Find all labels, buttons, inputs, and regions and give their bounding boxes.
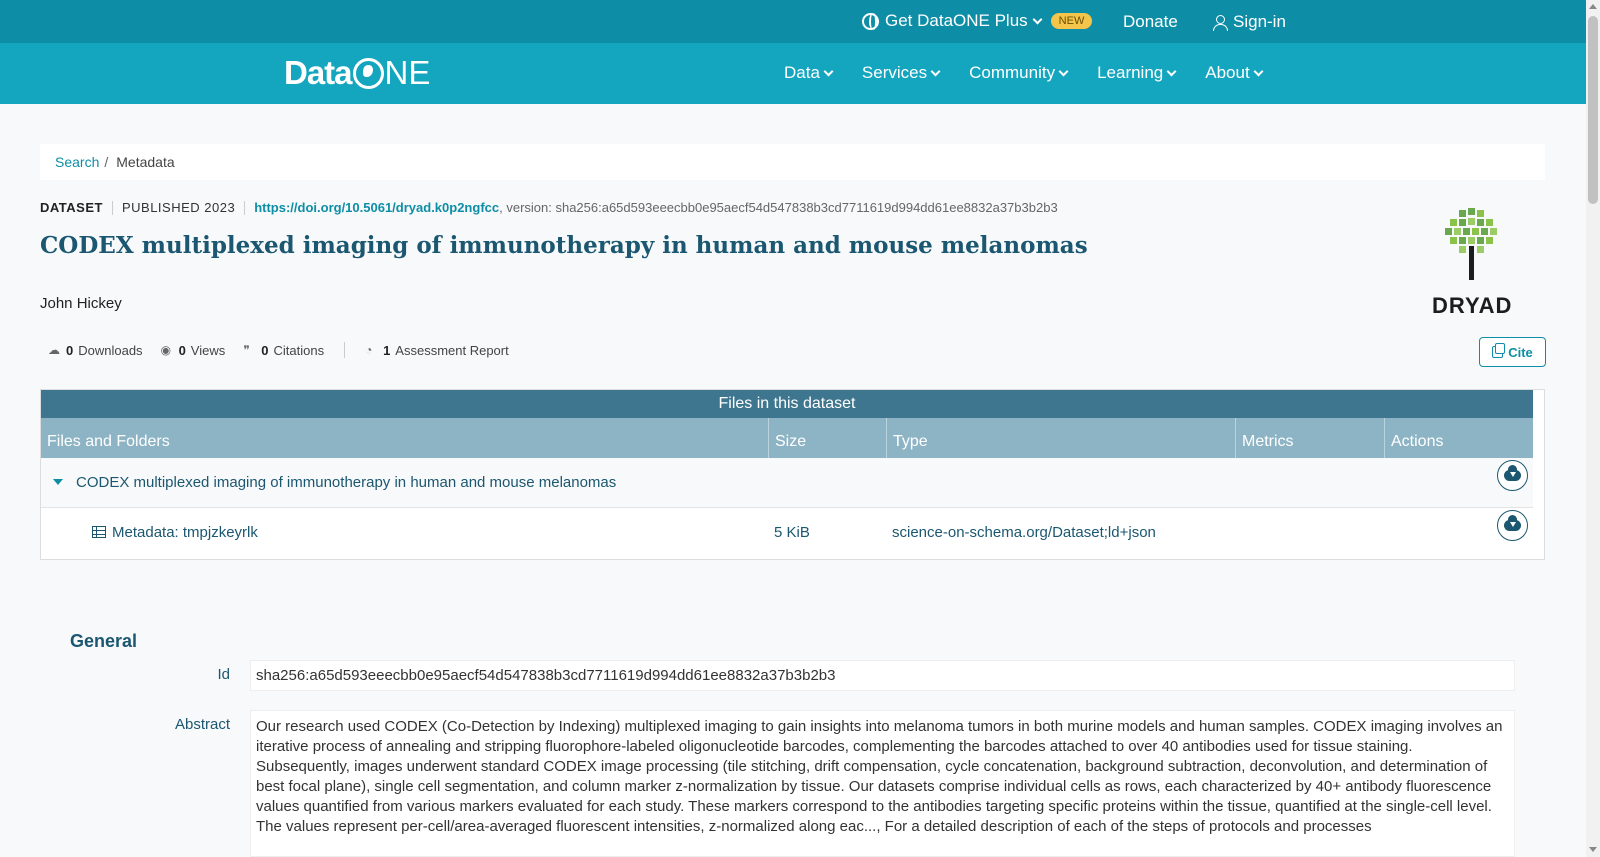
divider — [244, 200, 246, 215]
published-year: PUBLISHED 2023 — [121, 200, 236, 215]
sign-in-label: Sign-in — [1233, 12, 1286, 31]
dataset-type-label: DATASET — [40, 200, 103, 215]
file-name-link[interactable]: Metadata: tmpjzkeyrlk — [92, 524, 258, 541]
get-dataone-plus-menu[interactable]: Get DataONE Plus NEW — [862, 11, 1093, 31]
top-utility-bar: Get DataONE Plus NEW Donate Sign-in — [0, 0, 1586, 43]
version-text: , version: sha256:a65d593eeecbb0e95aecf5… — [499, 200, 1058, 215]
file-row[interactable]: Metadata: tmpjzkeyrlk 5 KiB science-on-s… — [41, 508, 1533, 558]
download-folder-button[interactable] — [1497, 460, 1528, 491]
dataset-stats: ☁ 0 Downloads ◉ 0 Views ❞ 0 Citations ◔ … — [48, 342, 509, 358]
assessment-count: 1 — [383, 342, 391, 358]
cite-label: Cite — [1508, 344, 1533, 360]
chevron-down-icon — [1253, 66, 1264, 76]
donate-link[interactable]: Donate — [1123, 12, 1178, 32]
quote-icon: ❞ — [243, 342, 250, 357]
nav-item-community[interactable]: Community — [969, 63, 1069, 83]
column-header-actions: Actions — [1384, 418, 1533, 458]
dataset-author[interactable]: John Hickey — [40, 295, 122, 312]
folder-name[interactable]: CODEX multiplexed imaging of immunothera… — [76, 474, 616, 491]
sign-in-link[interactable]: Sign-in — [1213, 12, 1286, 32]
page-scrollbar[interactable] — [1586, 0, 1600, 857]
chevron-down-icon — [930, 66, 941, 76]
copy-icon — [1492, 343, 1506, 358]
nav-item-data[interactable]: Data — [784, 63, 834, 83]
nav-item-about[interactable]: About — [1205, 63, 1264, 83]
chevron-down-icon — [1032, 14, 1043, 24]
breadcrumb-separator: / — [104, 154, 109, 170]
views-label: Views — [190, 342, 226, 358]
column-header-type: Type — [886, 418, 1235, 458]
nav-item-learning[interactable]: Learning — [1097, 63, 1177, 83]
file-name: Metadata: tmpjzkeyrlk — [112, 524, 258, 541]
column-header-metrics: Metrics — [1235, 418, 1384, 458]
files-table-columns: Files and Folders Size Type Metrics Acti… — [41, 418, 1533, 458]
file-type: science-on-schema.org/Dataset;ld+json — [892, 524, 1156, 541]
cloud-download-icon — [1504, 465, 1521, 481]
new-badge: NEW — [1050, 13, 1093, 29]
scrollbar-thumb[interactable] — [1588, 16, 1598, 204]
dryad-logo-text: DRYAD — [1432, 293, 1513, 318]
nav-item-label: Community — [969, 63, 1056, 82]
chevron-down-icon — [1058, 66, 1069, 76]
files-table: Files in this dataset Files and Folders … — [40, 389, 1545, 560]
scroll-down-arrow-icon[interactable] — [1589, 847, 1597, 852]
citations-count: 0 — [261, 342, 269, 358]
person-icon — [1213, 14, 1228, 31]
assessment-label: Assessment Report — [395, 342, 509, 358]
nav-item-services[interactable]: Services — [861, 63, 941, 83]
download-file-button[interactable] — [1497, 510, 1528, 541]
chevron-down-icon — [823, 66, 834, 76]
downloads-count: 0 — [66, 342, 74, 358]
doi-link[interactable]: https://doi.org/10.5061/dryad.k0p2ngfcc — [254, 200, 499, 215]
divider — [344, 342, 346, 358]
id-label: Id — [217, 666, 230, 683]
column-header-size: Size — [768, 418, 886, 458]
cite-button[interactable]: Cite — [1479, 337, 1546, 367]
abstract-value: Our research used CODEX (Co-Detection by… — [250, 710, 1515, 857]
dataone-logo[interactable]: Data NE — [284, 54, 430, 92]
nav-item-label: Learning — [1097, 63, 1164, 82]
dataset-title: CODEX multiplexed imaging of immunothera… — [40, 232, 1088, 259]
downloads-stat: ☁ 0 Downloads — [48, 343, 143, 358]
files-table-heading: Files in this dataset — [41, 390, 1533, 418]
views-count: 0 — [178, 342, 186, 358]
citations-label: Citations — [273, 342, 325, 358]
nav-item-label: Services — [861, 63, 928, 82]
scroll-up-arrow-icon[interactable] — [1589, 4, 1597, 9]
eye-icon: ◉ — [160, 342, 172, 357]
chevron-down-icon — [1166, 66, 1177, 76]
abstract-label: Abstract — [174, 716, 230, 733]
table-icon — [92, 526, 106, 538]
globe-icon — [862, 12, 879, 30]
assessment-report-link[interactable]: ◔ 1 Assessment Report — [365, 343, 509, 358]
general-section-heading: General — [70, 631, 138, 651]
views-stat: ◉ 0 Views — [161, 343, 226, 358]
caret-down-icon[interactable] — [53, 479, 63, 485]
breadcrumb-search-link[interactable]: Search — [55, 154, 99, 170]
cloud-download-icon — [1504, 515, 1521, 531]
nav-item-label: Data — [784, 63, 820, 82]
nav-menu: Data Services Community Learning About — [784, 63, 1264, 83]
dataset-meta-line: DATASET PUBLISHED 2023 https://doi.org/1… — [40, 200, 1058, 215]
divider — [111, 200, 113, 215]
logo-text-data: Data — [284, 54, 353, 91]
cloud-download-icon: ☁ — [48, 342, 60, 357]
gauge-icon: ◔ — [365, 342, 373, 357]
folder-row[interactable]: CODEX multiplexed imaging of immunothera… — [41, 458, 1533, 508]
column-header-files: Files and Folders — [47, 433, 170, 450]
downloads-label: Downloads — [78, 342, 143, 358]
logo-text-ne: NE — [384, 54, 431, 91]
breadcrumb-current: Metadata — [116, 154, 175, 170]
citations-stat: ❞ 0 Citations — [243, 343, 324, 358]
nav-item-label: About — [1205, 63, 1250, 82]
globe-logo-icon — [352, 57, 384, 89]
get-dataone-plus-label: Get DataONE Plus — [885, 11, 1028, 30]
main-navbar: Data NE Data Services Community Learning … — [0, 43, 1586, 104]
breadcrumb: Search / Metadata — [40, 144, 1545, 180]
id-value: sha256:a65d593eeecbb0e95aecf54d547838b3c… — [250, 660, 1515, 691]
file-size: 5 KiB — [774, 524, 810, 541]
